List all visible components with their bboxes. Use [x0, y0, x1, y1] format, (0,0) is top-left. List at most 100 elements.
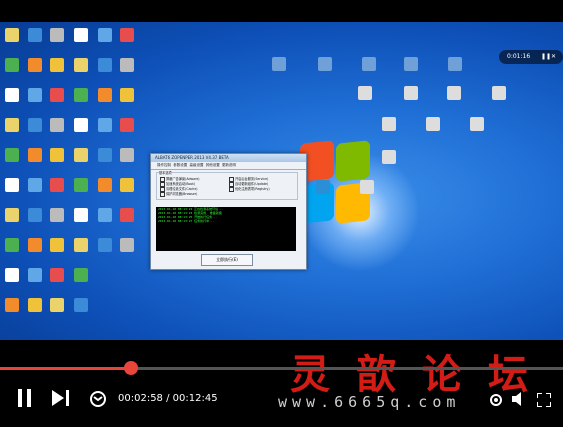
app-icon[interactable] [28, 208, 42, 222]
app-icon[interactable] [74, 148, 88, 162]
settings-gear-icon[interactable] [489, 392, 503, 406]
option-checkbox[interactable]: 保护浏览器(Browser) [160, 191, 197, 197]
tab-params[interactable]: 参数设置 [173, 163, 187, 167]
chess-icon[interactable] [382, 150, 396, 164]
document-icon[interactable] [50, 118, 64, 132]
shield-icon[interactable] [74, 118, 88, 132]
browser-icon[interactable] [50, 208, 64, 222]
recycle-bin-icon[interactable] [120, 148, 134, 162]
folder-icon[interactable] [5, 178, 19, 192]
app-icon[interactable] [74, 28, 88, 42]
computer-icon[interactable] [448, 57, 462, 71]
chess-icon[interactable] [120, 238, 134, 252]
volume-icon[interactable] [512, 391, 526, 406]
app-icon[interactable] [120, 88, 134, 102]
document-icon[interactable] [98, 208, 112, 222]
app-dialog-window[interactable]: ALBAT6 ZOPENPER 2013 V4.37 BETA 操作控制 参数设… [150, 153, 307, 270]
options-group: 基本选项 屏蔽广告弹窗(Adware) 加速系统启动(Boot) 清理垃圾文件(… [156, 170, 298, 200]
chess-icon[interactable] [426, 117, 440, 131]
execute-button[interactable]: 立即执行(E) [201, 254, 253, 266]
time-separator: / [162, 393, 173, 404]
computer-icon[interactable] [98, 148, 112, 162]
app-icon[interactable] [74, 268, 88, 282]
document-icon[interactable] [5, 88, 19, 102]
pause-mini-icon[interactable]: ❚❚ [541, 53, 551, 60]
network-icon[interactable] [5, 208, 19, 222]
network-icon[interactable] [98, 118, 112, 132]
shield-icon[interactable] [28, 58, 42, 72]
app-icon[interactable] [316, 180, 330, 194]
network-icon[interactable] [50, 268, 64, 282]
computer-icon[interactable] [5, 238, 19, 252]
close-mini-icon[interactable]: ✕ [551, 53, 556, 60]
browser-icon[interactable] [5, 148, 19, 162]
video-player: ALBAT6 ZOPENPER 2013 V4.37 BETA 操作控制 参数设… [0, 0, 563, 427]
app-icon[interactable] [120, 118, 134, 132]
app-icon[interactable] [50, 178, 64, 192]
chess-icon[interactable] [74, 178, 88, 192]
folder-icon[interactable] [50, 238, 64, 252]
recycle-bin-icon[interactable] [74, 88, 88, 102]
network-icon[interactable] [50, 58, 64, 72]
tab-changelog[interactable]: 更新说明 [222, 163, 236, 167]
tab-other[interactable]: 其他设置 [206, 163, 220, 167]
app-icon[interactable] [28, 88, 42, 102]
tab-control[interactable]: 操作控制 [157, 163, 171, 167]
group-title: 基本选项 [159, 170, 172, 175]
chess-icon[interactable] [360, 180, 374, 194]
document-icon[interactable] [28, 148, 42, 162]
dialog-title: ALBAT6 ZOPENPER 2013 V4.37 BETA [151, 154, 306, 162]
time-display: 00:02:58 / 00:12:45 [118, 393, 218, 404]
app-icon[interactable] [5, 118, 19, 132]
computer-icon[interactable] [404, 57, 418, 71]
chess-icon[interactable] [382, 117, 396, 131]
pause-icon[interactable] [18, 389, 34, 407]
app-icon[interactable] [98, 28, 112, 42]
top-pill-time: 0:01:16 [507, 53, 531, 60]
document-icon[interactable] [50, 298, 64, 312]
browser-icon[interactable] [98, 58, 112, 72]
computer-icon[interactable] [272, 57, 286, 71]
chess-icon[interactable] [28, 118, 42, 132]
chess-icon[interactable] [404, 86, 418, 100]
computer-icon[interactable] [5, 28, 19, 42]
computer-icon[interactable] [50, 88, 64, 102]
recycle-bin-icon[interactable] [28, 238, 42, 252]
computer-icon[interactable] [318, 57, 332, 71]
app-icon[interactable] [74, 58, 88, 72]
recycle-bin-icon[interactable] [28, 28, 42, 42]
app-icon[interactable] [74, 238, 88, 252]
chess-icon[interactable] [447, 86, 461, 100]
document-icon[interactable] [120, 58, 134, 72]
chess-icon[interactable] [120, 28, 134, 42]
app-icon[interactable] [74, 298, 88, 312]
tab-advanced[interactable]: 高级设置 [189, 163, 203, 167]
document-icon[interactable] [5, 268, 19, 282]
folder-icon[interactable] [50, 28, 64, 42]
computer-icon[interactable] [362, 57, 376, 71]
document-icon[interactable] [50, 148, 64, 162]
watermark-url: www.6665q.com [278, 393, 461, 411]
fullscreen-icon[interactable] [536, 392, 552, 408]
app-icon[interactable] [28, 178, 42, 192]
replay-speed-icon[interactable] [88, 389, 108, 409]
progress-knob[interactable] [124, 361, 138, 375]
chess-icon[interactable] [470, 117, 484, 131]
folder-icon[interactable] [98, 88, 112, 102]
chess-icon[interactable] [358, 86, 372, 100]
document-icon[interactable] [98, 178, 112, 192]
app-icon[interactable] [98, 238, 112, 252]
browser-icon[interactable] [5, 298, 19, 312]
next-icon[interactable] [52, 390, 70, 406]
shield-icon[interactable] [120, 178, 134, 192]
document-icon[interactable] [74, 208, 88, 222]
app-icon[interactable] [120, 208, 134, 222]
progress-played [0, 367, 131, 370]
shield-icon[interactable] [28, 268, 42, 282]
document-icon[interactable] [28, 298, 42, 312]
option-checkbox[interactable]: 优化注册表项(Registry) [229, 186, 270, 192]
chess-icon[interactable] [492, 86, 506, 100]
player-top-pill[interactable]: 0:01:16 ❚❚ ✕ [499, 50, 563, 64]
document-icon[interactable] [5, 58, 19, 72]
log-console: 2013-01-18 08:13:22 正在检测系统环境... 2013-01-… [156, 207, 296, 251]
